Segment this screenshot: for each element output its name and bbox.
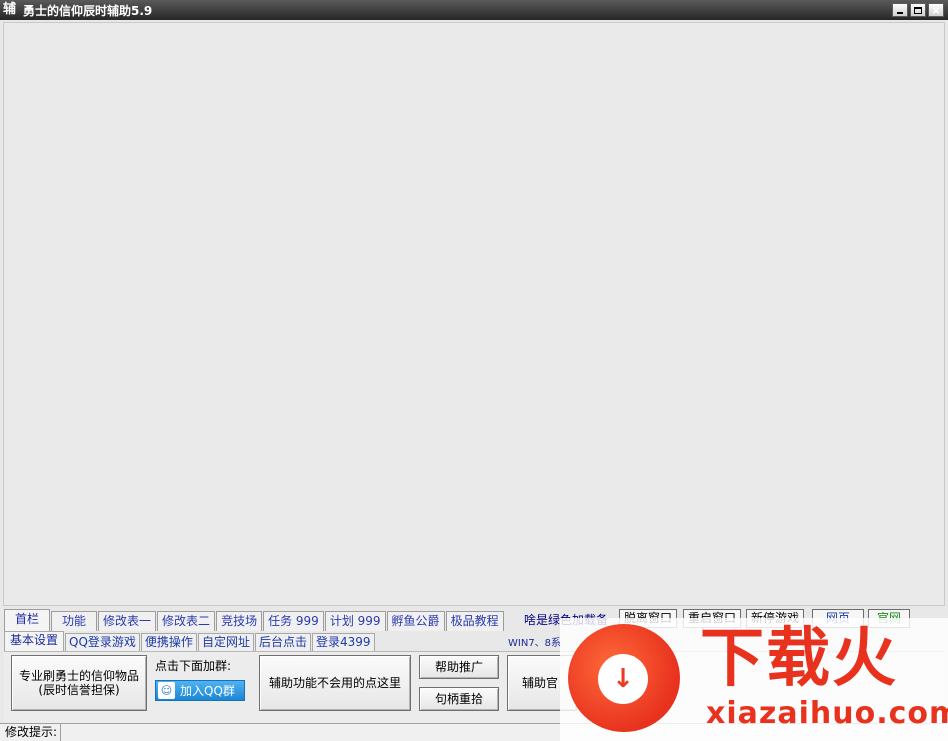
help-center-label: 辅助功能不会用的点这里 xyxy=(268,676,401,690)
join-qq-group-label: 加入QQ群 xyxy=(180,684,235,698)
watermark-logo-icon: ↓ xyxy=(568,624,680,732)
watermark-title: 下载火 xyxy=(700,622,898,696)
official-helper-label: 辅助官 xyxy=(522,676,559,690)
help-promote-label: 帮助推广 xyxy=(434,660,483,674)
download-arrow-icon: ↓ xyxy=(598,654,648,704)
close-icon: × xyxy=(931,3,941,17)
tab-fish-duke[interactable]: 孵鱼公爵 xyxy=(386,611,445,631)
win-compat-note: WIN7、8系 xyxy=(508,638,562,649)
primary-tab-bar: 首栏 功能 修改表一 修改表二 竞技场 任务 999 计划 999 孵鱼公爵 极… xyxy=(4,609,505,631)
title-bar: 辅 勇士的信仰辰时辅助5.9 × xyxy=(0,0,948,20)
minimize-icon xyxy=(897,11,903,14)
watermark-url: xiazaihuo.com xyxy=(706,696,948,731)
tab-home[interactable]: 首栏 xyxy=(4,609,51,631)
join-qq-group-button[interactable]: ☺ 加入QQ群 xyxy=(155,680,245,701)
minimize-button[interactable] xyxy=(892,3,908,17)
tab-login-4399[interactable]: 登录4399 xyxy=(311,633,375,652)
tab-plans[interactable]: 计划 999 xyxy=(324,611,386,631)
game-view-area[interactable] xyxy=(3,22,945,606)
watermark: ↓ 下载火 xiazaihuo.com xyxy=(560,618,948,741)
help-promote-button[interactable]: 帮助推广 xyxy=(419,655,499,679)
tab-arena[interactable]: 竞技场 xyxy=(216,611,263,631)
help-center-button[interactable]: 辅助功能不会用的点这里 xyxy=(259,655,411,711)
handle-reset-label: 句柄重拾 xyxy=(434,692,483,706)
tab-tasks[interactable]: 任务 999 xyxy=(263,611,324,631)
join-group-hint: 点击下面加群: xyxy=(155,659,232,673)
maximize-icon xyxy=(914,6,922,14)
promo-line-1: 专业刷勇士的信仰物品 xyxy=(18,669,139,683)
tab-tutorial[interactable]: 极品教程 xyxy=(445,611,504,631)
tab-modify-table-1[interactable]: 修改表一 xyxy=(98,611,157,631)
tab-basic-settings[interactable]: 基本设置 xyxy=(4,631,65,652)
maximize-button[interactable] xyxy=(910,3,926,17)
promo-button[interactable]: 专业刷勇士的信仰物品 (辰时信誉担保) xyxy=(11,655,147,711)
status-label: 修改提示: xyxy=(0,724,62,741)
app-icon: 辅 xyxy=(3,2,17,17)
tab-custom-url[interactable]: 自定网址 xyxy=(197,633,254,652)
promo-line-2: (辰时信誉担保) xyxy=(38,683,120,697)
window-title: 勇士的信仰辰时辅助5.9 xyxy=(23,3,153,18)
handle-reset-button[interactable]: 句柄重拾 xyxy=(419,687,499,711)
qq-group-icon: ☺ xyxy=(158,682,175,699)
window-controls: × xyxy=(892,3,944,17)
close-button[interactable]: × xyxy=(928,3,944,17)
tab-modify-table-2[interactable]: 修改表二 xyxy=(157,611,216,631)
tab-background-click[interactable]: 后台点击 xyxy=(254,633,311,652)
tab-portable-ops[interactable]: 便携操作 xyxy=(140,633,197,652)
tab-functions[interactable]: 功能 xyxy=(51,611,98,631)
tab-qq-login[interactable]: QQ登录游戏 xyxy=(65,633,140,652)
secondary-tab-bar: 基本设置 QQ登录游戏 便携操作 自定网址 后台点击 登录4399 xyxy=(4,631,376,652)
